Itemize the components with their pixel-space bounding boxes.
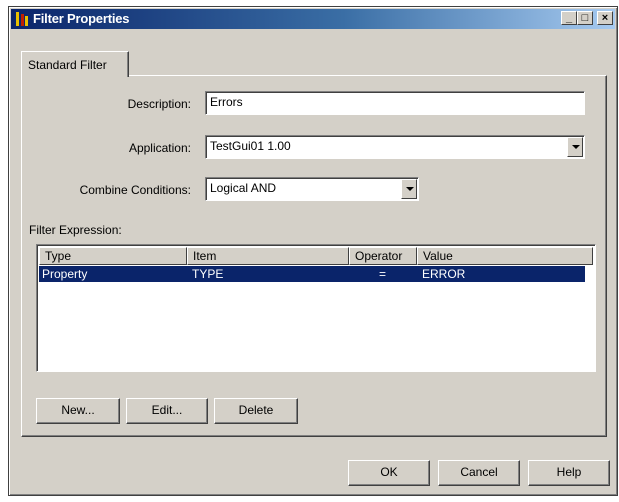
title-bar[interactable]: Filter Properties _ □ × xyxy=(11,9,615,29)
application-value: TestGui01 1.00 xyxy=(210,139,291,153)
application-dropdown[interactable]: TestGui01 1.00 xyxy=(205,135,585,159)
window-title: Filter Properties xyxy=(33,11,130,26)
row-operator: = xyxy=(379,267,387,281)
row-item: TYPE xyxy=(192,267,224,281)
cancel-button[interactable]: Cancel xyxy=(438,460,520,486)
filter-app-icon xyxy=(16,12,28,26)
combine-conditions-label: Combine Conditions: xyxy=(79,183,191,197)
new-button[interactable]: New... xyxy=(36,398,120,424)
minimize-icon: _ xyxy=(565,12,573,24)
description-value: Errors xyxy=(210,95,243,109)
application-dropdown-button[interactable] xyxy=(567,137,583,157)
row-type: Property xyxy=(42,267,88,281)
filter-expression-label: Filter Expression: xyxy=(29,223,122,237)
tab-standard-filter[interactable]: Standard Filter xyxy=(21,51,129,77)
row-value: ERROR xyxy=(422,267,466,281)
application-label: Application: xyxy=(128,141,191,155)
close-button[interactable]: × xyxy=(597,11,613,25)
description-field[interactable]: Errors xyxy=(205,91,585,115)
column-header-value[interactable]: Value xyxy=(417,247,593,265)
column-header-type[interactable]: Type xyxy=(39,247,187,265)
combine-conditions-dropdown[interactable]: Logical AND xyxy=(205,177,419,201)
help-button[interactable]: Help xyxy=(528,460,610,486)
minimize-button[interactable]: _ xyxy=(561,11,577,25)
maximize-icon: □ xyxy=(581,12,589,24)
filter-expression-list[interactable]: Type Item Operator Value Property TYPE =… xyxy=(36,244,596,372)
column-header-operator[interactable]: Operator xyxy=(349,247,417,265)
combine-conditions-value: Logical AND xyxy=(210,181,277,195)
description-label: Description: xyxy=(127,97,191,111)
maximize-button[interactable]: □ xyxy=(577,11,593,25)
combine-dropdown-button[interactable] xyxy=(401,179,417,199)
close-icon: × xyxy=(601,12,609,24)
table-row[interactable]: Property TYPE = ERROR xyxy=(39,266,585,282)
ok-button[interactable]: OK xyxy=(348,460,430,486)
edit-button[interactable]: Edit... xyxy=(126,398,208,424)
column-header-item[interactable]: Item xyxy=(187,247,349,265)
tab-label: Standard Filter xyxy=(28,58,107,72)
delete-button[interactable]: Delete xyxy=(214,398,298,424)
